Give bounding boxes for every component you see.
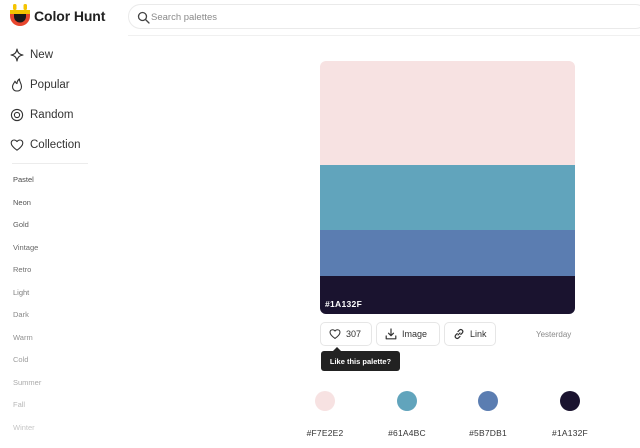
image-button[interactable]: Image <box>376 322 440 346</box>
tag-vintage[interactable]: Vintage <box>13 243 38 252</box>
palette-swatch-2[interactable] <box>320 165 575 230</box>
tag-summer[interactable]: Summer <box>13 378 41 387</box>
tag-winter[interactable]: Winter <box>13 423 35 432</box>
nav-popular[interactable]: Popular <box>10 75 70 95</box>
tag-pastel[interactable]: Pastel <box>13 175 34 184</box>
search-icon <box>137 11 150 24</box>
link-button-label: Link <box>470 329 487 339</box>
brand-name[interactable]: Color Hunt <box>34 8 105 24</box>
heart-icon <box>329 329 341 339</box>
header: Color Hunt <box>0 0 640 36</box>
color-dot-2[interactable] <box>397 391 417 411</box>
spiral-icon <box>10 108 24 122</box>
like-count: 307 <box>346 329 362 339</box>
header-divider <box>128 35 640 36</box>
tooltip-text: Like this palette? <box>329 356 392 366</box>
tag-fall[interactable]: Fall <box>13 400 25 409</box>
nav-random[interactable]: Random <box>10 105 73 125</box>
color-dot-1[interactable] <box>315 391 335 411</box>
color-hunt-logo-icon[interactable] <box>9 4 31 28</box>
link-icon <box>454 329 464 339</box>
search-input[interactable] <box>151 9 611 25</box>
flame-icon <box>11 78 23 92</box>
nav-new-label: New <box>30 49 54 61</box>
link-button[interactable]: Link <box>444 322 496 346</box>
tag-retro[interactable]: Retro <box>13 265 31 274</box>
like-button[interactable]: 307 <box>320 322 372 346</box>
hex-code-1[interactable]: #F7E2E2 <box>295 428 355 438</box>
nav-new[interactable]: New <box>10 45 53 65</box>
tag-dark[interactable]: Dark <box>13 310 29 319</box>
tag-gold[interactable]: Gold <box>13 220 29 229</box>
nav-popular-label: Popular <box>30 79 70 91</box>
sparkle-icon <box>10 48 24 62</box>
nav-collection-label: Collection <box>30 139 81 151</box>
palette-swatch-1[interactable] <box>320 61 575 165</box>
color-dot-3[interactable] <box>478 391 498 411</box>
tag-cold[interactable]: Cold <box>13 355 28 364</box>
image-button-label: Image <box>402 329 428 339</box>
heart-icon <box>10 139 24 151</box>
palette-card[interactable]: #1A132F <box>320 61 575 314</box>
search-bar[interactable] <box>128 4 640 29</box>
hex-code-4[interactable]: #1A132F <box>540 428 600 438</box>
tag-warm[interactable]: Warm <box>13 333 33 342</box>
tag-neon[interactable]: Neon <box>13 198 31 207</box>
tag-light[interactable]: Light <box>13 288 29 297</box>
color-dot-4[interactable] <box>560 391 580 411</box>
nav-collection[interactable]: Collection <box>10 135 81 155</box>
swatch-hex-code[interactable]: #1A132F <box>325 299 362 309</box>
nav-random-label: Random <box>30 109 74 121</box>
download-icon <box>385 328 397 340</box>
sidebar-divider <box>12 163 88 164</box>
palette-date: Yesterday <box>536 330 572 339</box>
palette-swatch-4[interactable]: #1A132F <box>320 276 575 314</box>
hex-code-3[interactable]: #5B7DB1 <box>458 428 518 438</box>
hex-code-2[interactable]: #61A4BC <box>377 428 437 438</box>
palette-swatch-3[interactable] <box>320 230 575 276</box>
like-tooltip: Like this palette? <box>321 351 400 371</box>
